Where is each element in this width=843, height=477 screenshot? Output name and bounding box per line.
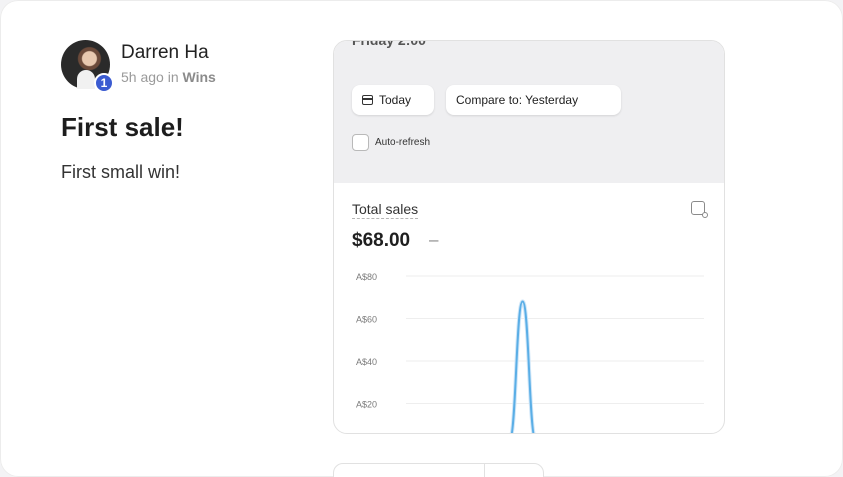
sales-line-chart: A$80 A$60 A$40 A$20 (356, 272, 704, 433)
author-meta: Darren Ha 5h ago in Wins (121, 42, 216, 85)
calendar-icon (362, 95, 373, 105)
y-tick-label: A$60 (356, 315, 377, 325)
compare-button[interactable]: Compare to: Yesterday (446, 85, 621, 115)
today-button[interactable]: Today (352, 85, 434, 115)
level-badge: 1 (94, 73, 114, 93)
post-subline: 5h ago in Wins (121, 69, 216, 85)
post-title: First sale! (61, 112, 184, 142)
avatar-shirt (77, 70, 95, 89)
auto-refresh-checkbox[interactable] (352, 134, 369, 151)
sales-line-glow (509, 299, 536, 433)
author-name[interactable]: Darren Ha (121, 42, 216, 64)
screenshot-header: Friday 2:00 Today Compare to: Yesterday … (334, 41, 724, 183)
post-body: First small win! (61, 162, 181, 182)
compare-label: Compare to: Yesterday (456, 93, 579, 107)
avatar[interactable]: 1 (61, 40, 114, 93)
chart-search-icon[interactable] (691, 201, 708, 218)
button-group-divider (484, 464, 485, 477)
post-time: 5h ago in (121, 69, 179, 85)
auto-refresh-row[interactable]: Auto-refresh (352, 134, 430, 151)
metric-change: – (429, 230, 439, 249)
post-author: 1 Darren Ha 5h ago in Wins (61, 40, 216, 93)
bottom-button-group[interactable] (333, 463, 544, 477)
y-tick-label: A$80 (356, 272, 377, 282)
today-label: Today (379, 93, 412, 107)
post-card: 1 Darren Ha 5h ago in Wins First sale! F… (0, 0, 843, 477)
y-tick-label: A$20 (356, 400, 377, 410)
screenshot-cut-title: Friday 2:00 (352, 40, 426, 48)
attached-screenshot[interactable]: Friday 2:00 Today Compare to: Yesterday … (333, 40, 725, 434)
post-channel[interactable]: Wins (183, 69, 216, 85)
metric-label: Total sales (352, 201, 419, 219)
y-tick-label: A$40 (356, 357, 377, 367)
metric-value: $68.00 (352, 230, 411, 251)
auto-refresh-label: Auto-refresh (375, 137, 431, 148)
sales-line (510, 300, 535, 433)
